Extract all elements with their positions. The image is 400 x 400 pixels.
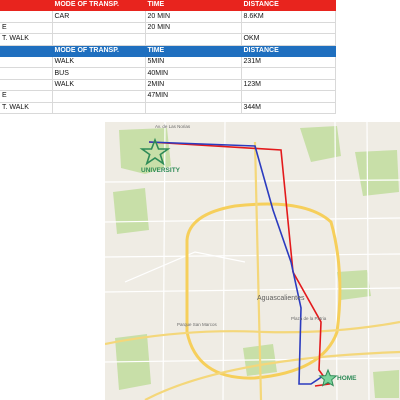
table-cell: 123M (241, 79, 336, 92)
car-route-table: MODE OF TRANSP. TIME DISTANCE CAR 20 MIN… (0, 0, 336, 114)
table-cell: WALK (52, 56, 146, 69)
table-cell (241, 67, 336, 80)
city-label: Aguascalientes (257, 295, 305, 302)
table-cell: 2MIN (145, 79, 242, 92)
table-row: T. WALK 344M (0, 102, 336, 114)
park-area (373, 370, 399, 398)
table-cell: CAR (52, 10, 146, 23)
table-cell (52, 90, 146, 103)
table-cell: 20 MIN (145, 10, 242, 23)
table-cell: OKM (241, 33, 336, 46)
table-cell: 5MIN (145, 56, 242, 69)
park-label: Parque San Marcos (177, 322, 218, 327)
bus-table-header: MODE OF TRANSP. TIME DISTANCE (0, 45, 336, 57)
route-map[interactable]: UNIVERSITY HOME Aguascalientes Parque Sa… (105, 122, 400, 400)
table-cell (52, 102, 146, 114)
header-mode: MODE OF TRANSP. (52, 45, 146, 57)
table-row: WALK 5MIN 231M (0, 56, 336, 69)
plaza-label: Plaza de la Patria (291, 316, 327, 321)
table-cell: E (0, 22, 53, 35)
table-row: WALK 2MIN 123M (0, 79, 336, 92)
header-cell (0, 0, 53, 12)
table-cell (145, 33, 242, 46)
table-row: E 47MIN (0, 90, 336, 103)
header-mode: MODE OF TRANSP. (52, 0, 146, 12)
street-label: Av. de Las Norias (155, 124, 191, 129)
map-canvas: UNIVERSITY HOME Aguascalientes Parque Sa… (105, 122, 400, 400)
table-row: T. WALK OKM (0, 33, 336, 46)
header-time: TIME (145, 45, 242, 57)
table-cell (241, 22, 336, 35)
table-cell: 344M (241, 102, 336, 114)
table-cell: 47MIN (145, 90, 242, 103)
table-cell (0, 79, 53, 92)
table-cell: T. WALK (0, 33, 53, 46)
header-cell (0, 45, 53, 57)
header-time: TIME (145, 0, 242, 12)
university-label: UNIVERSITY (141, 167, 181, 174)
table-cell (145, 102, 242, 114)
table-cell: 8.6KM (241, 10, 336, 23)
header-distance: DISTANCE (241, 45, 336, 57)
table-cell (52, 22, 146, 35)
table-cell: T. WALK (0, 102, 53, 114)
table-cell (0, 67, 53, 80)
table-cell: BUS (52, 67, 146, 80)
home-label: HOME (337, 375, 357, 382)
table-cell (0, 56, 53, 69)
table-cell: 231M (241, 56, 336, 69)
car-table-header: MODE OF TRANSP. TIME DISTANCE (0, 0, 336, 12)
table-cell: 40MIN (145, 67, 242, 80)
route-comparison-sheet: MODE OF TRANSP. TIME DISTANCE CAR 20 MIN… (0, 0, 336, 114)
table-row: BUS 40MIN (0, 67, 336, 80)
table-cell (52, 33, 146, 46)
table-cell (0, 10, 53, 23)
header-distance: DISTANCE (241, 0, 336, 12)
table-cell: WALK (52, 79, 146, 92)
table-row: CAR 20 MIN 8.6KM (0, 10, 336, 23)
park-area (337, 270, 371, 300)
table-cell: 20 MIN (145, 22, 242, 35)
table-cell (241, 90, 336, 103)
park-area (113, 188, 149, 234)
table-row: E 20 MIN (0, 22, 336, 35)
table-cell: E (0, 90, 53, 103)
